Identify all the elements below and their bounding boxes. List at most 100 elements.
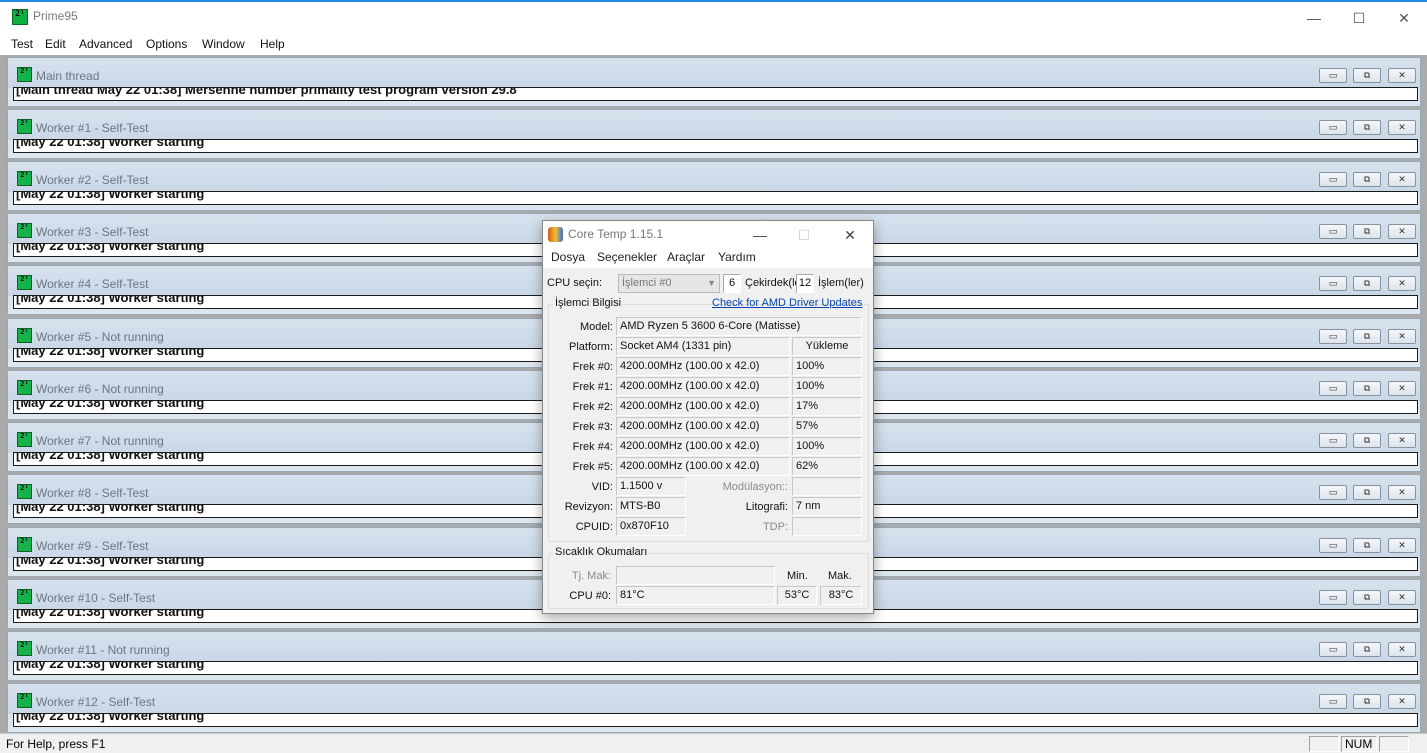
title-bar[interactable]: 2¹ Prime95 — ☐ ✕ — [0, 2, 1427, 33]
log-line: [May 22 01:38] Worker starting — [16, 191, 205, 201]
worker-minimize-button[interactable]: ▭ — [1319, 433, 1347, 448]
worker-window[interactable]: 2¹ Worker #12 - Self-Test ▭ ⧉ ✕ [May 22 01:38… — [7, 683, 1421, 733]
worker-minimize-button[interactable]: ▭ — [1319, 276, 1347, 291]
worker-minimize-button[interactable]: ▭ — [1319, 68, 1347, 83]
worker-close-button[interactable]: ✕ — [1388, 694, 1416, 709]
worker-restore-button[interactable]: ⧉ — [1353, 642, 1381, 657]
worker-restore-button[interactable]: ⧉ — [1353, 224, 1381, 239]
worker-minimize-button[interactable]: ▭ — [1319, 694, 1347, 709]
menu-edit[interactable]: Edit — [45, 37, 66, 51]
worker-minimize-button[interactable]: ▭ — [1319, 642, 1347, 657]
menu-secenekler[interactable]: Seçenekler — [597, 250, 657, 264]
worker-restore-button[interactable]: ⧉ — [1353, 538, 1381, 553]
worker-window[interactable]: 2¹ Worker #1 - Self-Test ▭ ⧉ ✕ [May 22 01:38]… — [7, 109, 1421, 159]
worker-title: Worker #9 - Self-Test — [36, 539, 149, 553]
worker-title-bar[interactable]: 2¹ Worker #1 - Self-Test ▭ ⧉ ✕ — [8, 110, 1420, 140]
freq-label: Frek #3: — [572, 421, 613, 433]
worker-restore-button[interactable]: ⧉ — [1353, 120, 1381, 135]
log-line: [May 22 01:38] Worker starting — [16, 661, 205, 671]
worker-close-button[interactable]: ✕ — [1388, 381, 1416, 396]
worker-title: Worker #8 - Self-Test — [36, 486, 149, 500]
worker-restore-button[interactable]: ⧉ — [1353, 433, 1381, 448]
menu-yardim[interactable]: Yardım — [718, 250, 756, 264]
prime95-app-icon: 2¹ — [12, 9, 28, 25]
load-header: Yükleme — [792, 337, 862, 356]
worker-restore-button[interactable]: ⧉ — [1353, 276, 1381, 291]
threads-count: 12 — [796, 274, 814, 293]
worker-minimize-button[interactable]: ▭ — [1319, 538, 1347, 553]
menu-advanced[interactable]: Advanced — [79, 37, 132, 51]
worker-close-button[interactable]: ✕ — [1388, 120, 1416, 135]
worker-close-button[interactable]: ✕ — [1388, 329, 1416, 344]
worker-restore-button[interactable]: ⧉ — [1353, 590, 1381, 605]
worker-title-bar[interactable]: 2¹ Main thread ▭ ⧉ ✕ — [8, 58, 1420, 88]
log-line: [May 22 01:38] Worker starting — [16, 295, 205, 305]
log-line: [May 22 01:38] Worker starting — [16, 139, 205, 149]
worker-minimize-button[interactable]: ▭ — [1319, 224, 1347, 239]
worker-log[interactable]: [May 22 01:38] Worker starting — [13, 713, 1418, 727]
window-title: Prime95 — [33, 9, 78, 23]
worker-restore-button[interactable]: ⧉ — [1353, 172, 1381, 187]
worker-window[interactable]: 2¹ Main thread ▭ ⧉ ✕ [Main thread May 22 01:3… — [7, 57, 1421, 107]
worker-minimize-button[interactable]: ▭ — [1319, 485, 1347, 500]
freq-value: 4200.00MHz (100.00 x 42.0) — [616, 437, 790, 456]
amd-driver-link[interactable]: Check for AMD Driver Updates — [712, 297, 862, 309]
worker-close-button[interactable]: ✕ — [1388, 68, 1416, 83]
close-button[interactable]: ✕ — [1381, 4, 1427, 32]
cores-label: Çekirdek(ler) — [745, 277, 796, 289]
worker-close-button[interactable]: ✕ — [1388, 224, 1416, 239]
freq-label: Frek #5: — [572, 461, 613, 473]
worker-restore-button[interactable]: ⧉ — [1353, 329, 1381, 344]
worker-close-button[interactable]: ✕ — [1388, 642, 1416, 657]
menu-dosya[interactable]: Dosya — [551, 250, 585, 264]
worker-minimize-button[interactable]: ▭ — [1319, 381, 1347, 396]
worker-log[interactable]: [May 22 01:38] Worker starting — [13, 191, 1418, 205]
worker-title: Worker #7 - Not running — [36, 434, 164, 448]
worker-log[interactable]: [May 22 01:38] Worker starting — [13, 139, 1418, 153]
worker-close-button[interactable]: ✕ — [1388, 433, 1416, 448]
coretemp-minimize-button[interactable]: — — [740, 224, 780, 246]
worker-window[interactable]: 2¹ Worker #2 - Self-Test ▭ ⧉ ✕ [May 22 01:38]… — [7, 161, 1421, 211]
cpuid-value: 0x870F10 — [616, 517, 686, 536]
coretemp-close-button[interactable]: ✕ — [830, 224, 870, 246]
worker-title-bar[interactable]: 2¹ Worker #12 - Self-Test ▭ ⧉ ✕ — [8, 684, 1420, 714]
coretemp-title-bar[interactable]: Core Temp 1.15.1 — ☐ ✕ — [543, 221, 873, 248]
modulation-label: Modülasyon:: — [722, 481, 788, 493]
menu-window[interactable]: Window — [202, 37, 245, 51]
worker-close-button[interactable]: ✕ — [1388, 590, 1416, 605]
temperature-group-label: Sıcaklık Okumaları — [553, 546, 650, 558]
maximize-button[interactable]: ☐ — [1336, 4, 1382, 32]
worker-minimize-button[interactable]: ▭ — [1319, 590, 1347, 605]
cores-count: 6 — [723, 274, 741, 293]
worker-close-button[interactable]: ✕ — [1388, 538, 1416, 553]
tdp-value — [792, 517, 862, 536]
worker-title-bar[interactable]: 2¹ Worker #11 - Not running ▭ ⧉ ✕ — [8, 632, 1420, 662]
log-line: [May 22 01:38] Worker starting — [16, 348, 205, 358]
worker-close-button[interactable]: ✕ — [1388, 276, 1416, 291]
menu-options[interactable]: Options — [146, 37, 187, 51]
worker-title: Worker #5 - Not running — [36, 330, 164, 344]
worker-minimize-button[interactable]: ▭ — [1319, 120, 1347, 135]
prime95-worker-icon: 2¹ — [17, 589, 32, 604]
worker-log[interactable]: [Main thread May 22 01:38] Mersenne numb… — [13, 87, 1418, 101]
log-line: [May 22 01:38] Worker starting — [16, 557, 205, 567]
worker-restore-button[interactable]: ⧉ — [1353, 381, 1381, 396]
worker-close-button[interactable]: ✕ — [1388, 485, 1416, 500]
worker-window[interactable]: 2¹ Worker #11 - Not running ▭ ⧉ ✕ [May 22 01:… — [7, 631, 1421, 681]
worker-title-bar[interactable]: 2¹ Worker #2 - Self-Test ▭ ⧉ ✕ — [8, 162, 1420, 192]
menu-help[interactable]: Help — [260, 37, 285, 51]
menu-araclar[interactable]: Araçlar — [667, 250, 705, 264]
minimize-button[interactable]: — — [1291, 4, 1337, 32]
worker-restore-button[interactable]: ⧉ — [1353, 68, 1381, 83]
core-load-value: 100% — [792, 377, 862, 396]
cpu-select-dropdown[interactable]: İşlemci #0 ▼ — [618, 274, 720, 293]
worker-minimize-button[interactable]: ▭ — [1319, 172, 1347, 187]
worker-log[interactable]: [May 22 01:38] Worker starting — [13, 661, 1418, 675]
menu-test[interactable]: Test — [11, 37, 33, 51]
worker-minimize-button[interactable]: ▭ — [1319, 329, 1347, 344]
worker-restore-button[interactable]: ⧉ — [1353, 485, 1381, 500]
worker-close-button[interactable]: ✕ — [1388, 172, 1416, 187]
worker-restore-button[interactable]: ⧉ — [1353, 694, 1381, 709]
platform-value: Socket AM4 (1331 pin) — [616, 337, 790, 356]
tjmax-value — [616, 566, 775, 585]
